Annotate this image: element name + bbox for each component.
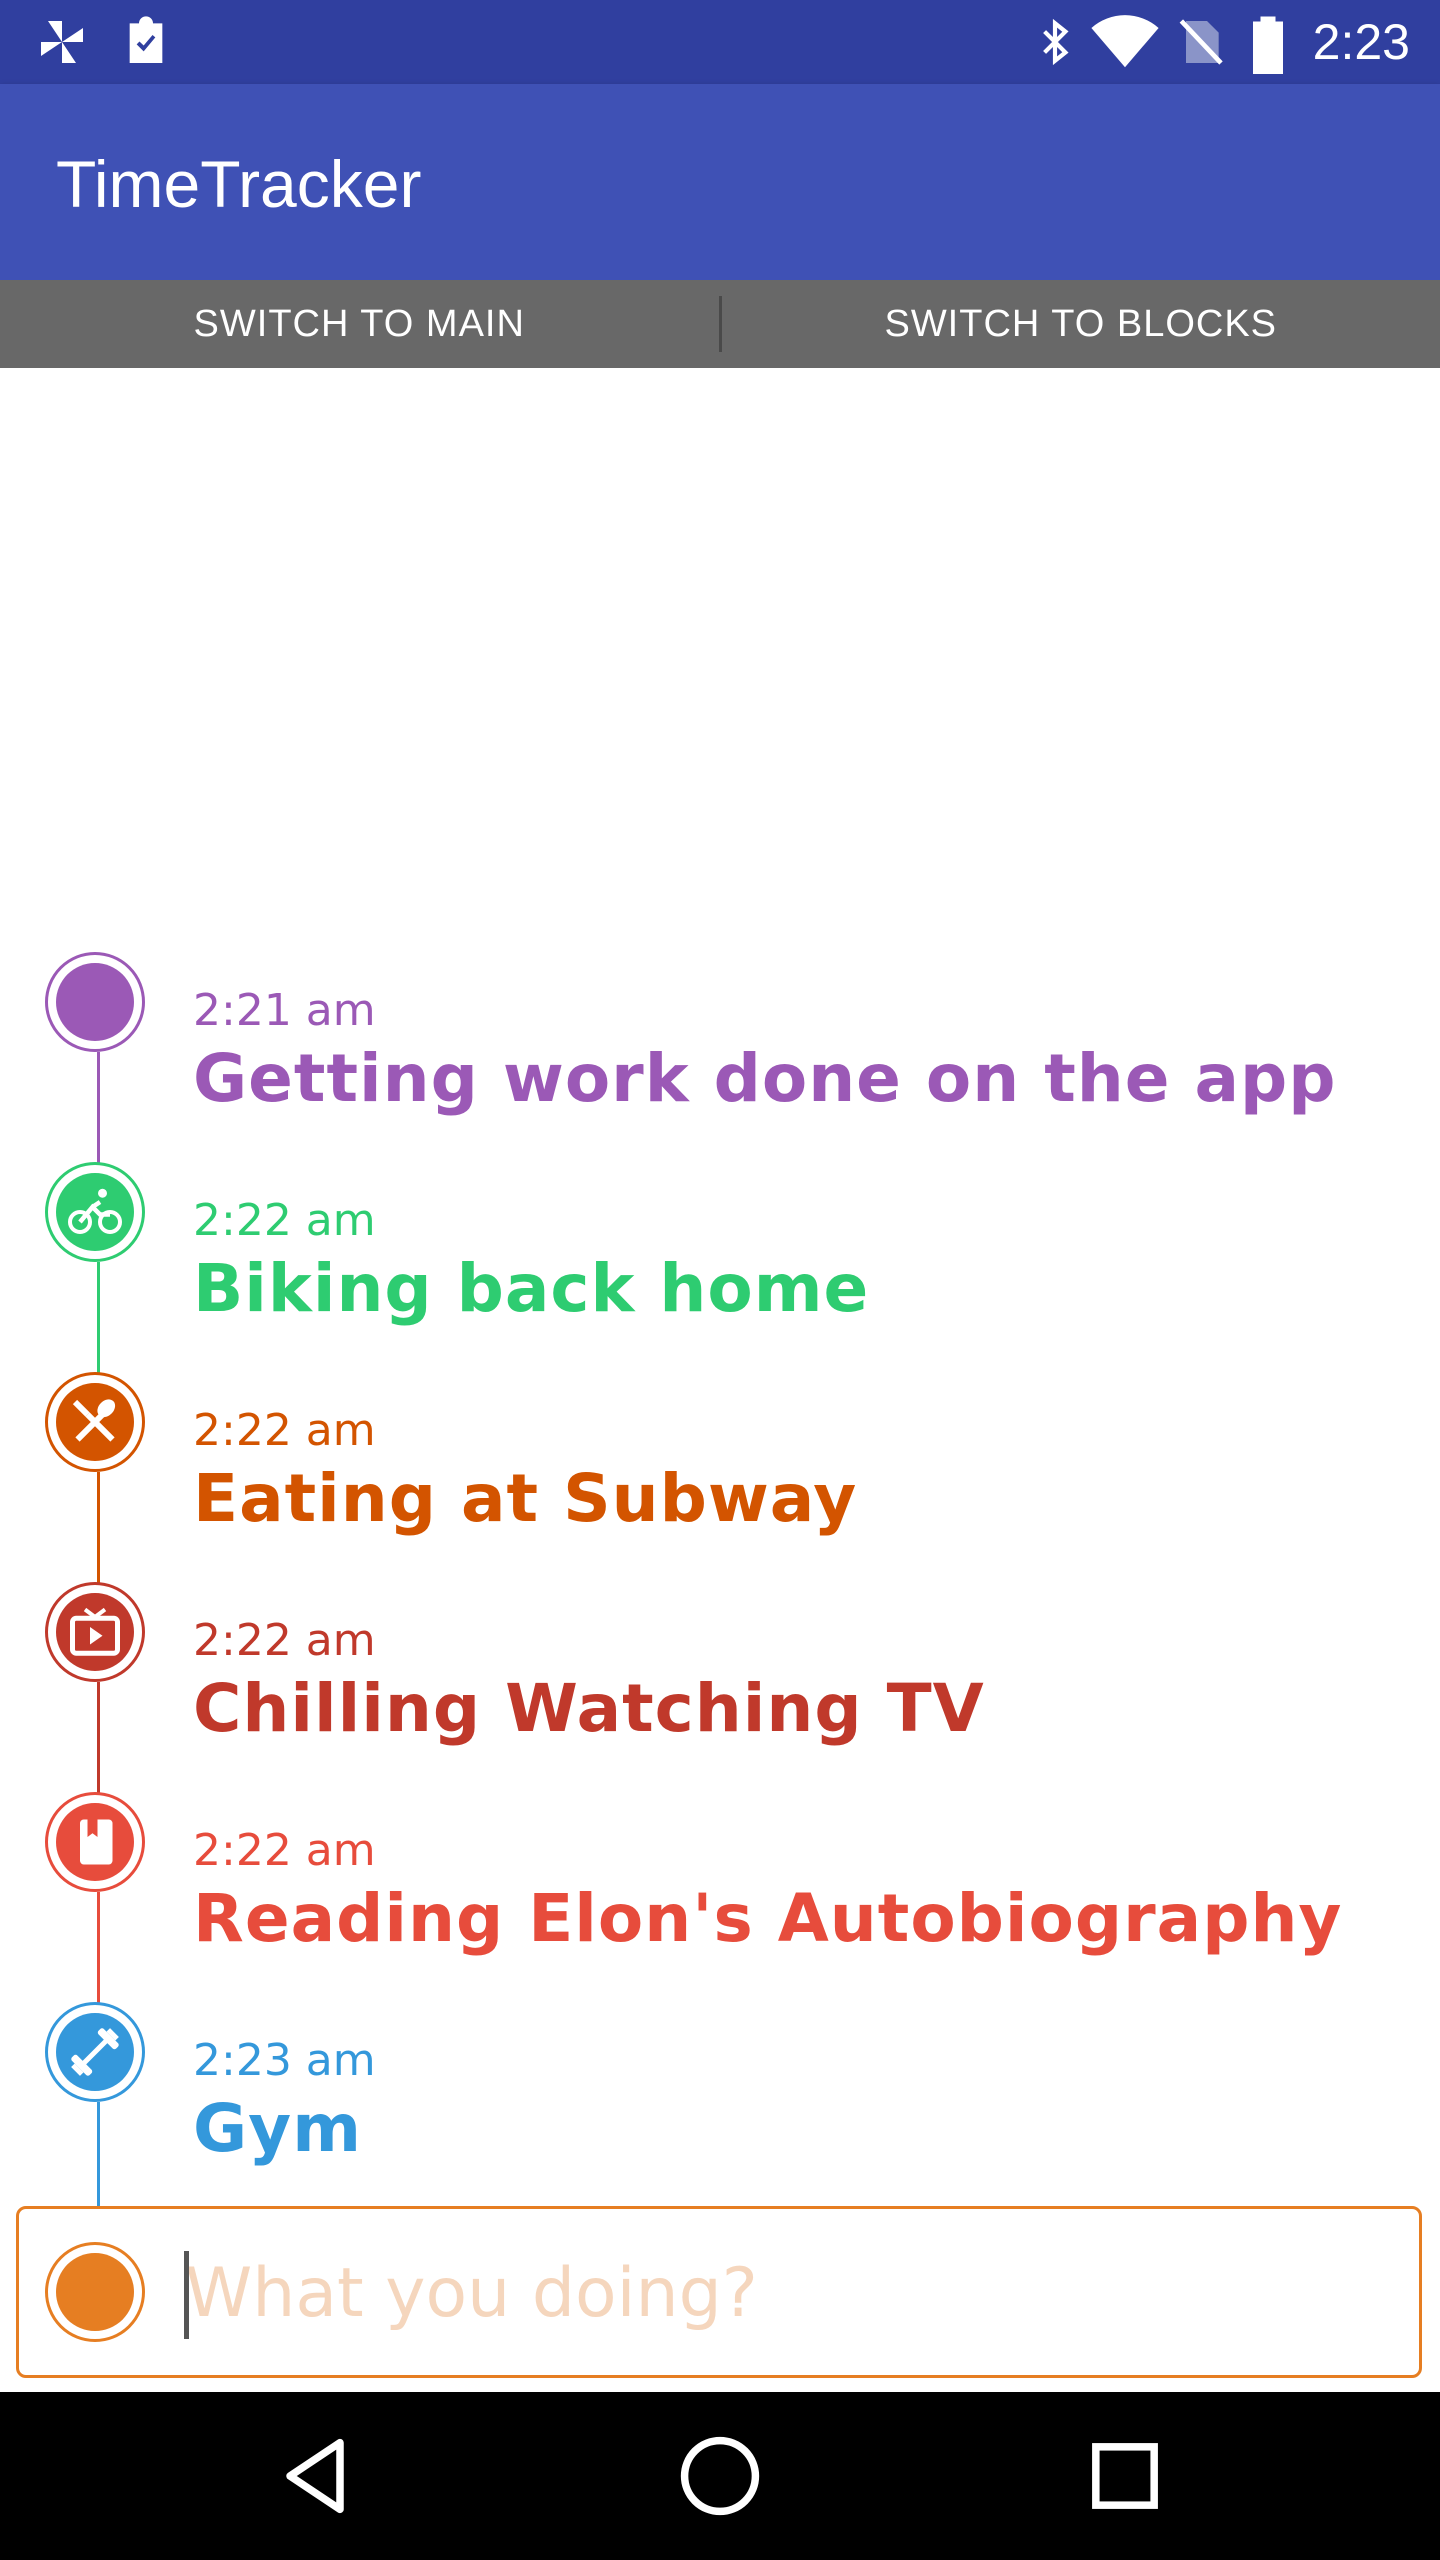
entry-label: Chilling Watching TV <box>193 1670 985 1747</box>
entry-label: Getting work done on the app <box>193 1040 1337 1117</box>
text-caret <box>184 2251 189 2339</box>
timeline-connector <box>97 1472 100 1584</box>
home-icon[interactable] <box>670 2426 770 2526</box>
timeline-connector <box>97 1052 100 1164</box>
entry-label: Biking back home <box>193 1250 870 1327</box>
dumbbell-icon <box>56 2013 134 2091</box>
timeline-connector <box>97 1892 100 2004</box>
entry-node <box>45 2002 145 2102</box>
dot-icon <box>56 963 134 1041</box>
entry-time: 2:23 am <box>193 2035 376 2086</box>
nav-bar <box>0 2392 1440 2560</box>
entry-time: 2:21 am <box>193 985 376 1036</box>
recents-icon[interactable] <box>1075 2426 1175 2526</box>
activity-input-container[interactable] <box>16 2206 1422 2378</box>
book-icon <box>56 1803 134 1881</box>
tv-icon <box>56 1593 134 1671</box>
utensils-icon <box>56 1383 134 1461</box>
dot-icon <box>56 2253 134 2331</box>
entry-time: 2:22 am <box>193 1825 376 1876</box>
input-node <box>45 2242 145 2342</box>
entry-node <box>45 1792 145 1892</box>
bike-icon <box>56 1173 134 1251</box>
entry-time: 2:22 am <box>193 1405 376 1456</box>
entry-node <box>45 1372 145 1472</box>
entry-node <box>45 1582 145 1682</box>
timeline: 2:21 am Getting work done on the app 2:2… <box>0 0 1440 2560</box>
back-icon[interactable] <box>265 2426 365 2526</box>
entry-node <box>45 1162 145 1262</box>
timeline-connector <box>97 1682 100 1794</box>
entry-time: 2:22 am <box>193 1615 376 1666</box>
activity-input[interactable] <box>183 2209 1387 2377</box>
entry-node <box>45 952 145 1052</box>
entry-time: 2:22 am <box>193 1195 376 1246</box>
entry-label: Gym <box>193 2090 362 2167</box>
entry-label: Reading Elon's Autobiography <box>193 1880 1343 1957</box>
entry-label: Eating at Subway <box>193 1460 858 1537</box>
timeline-connector <box>97 1262 100 1374</box>
